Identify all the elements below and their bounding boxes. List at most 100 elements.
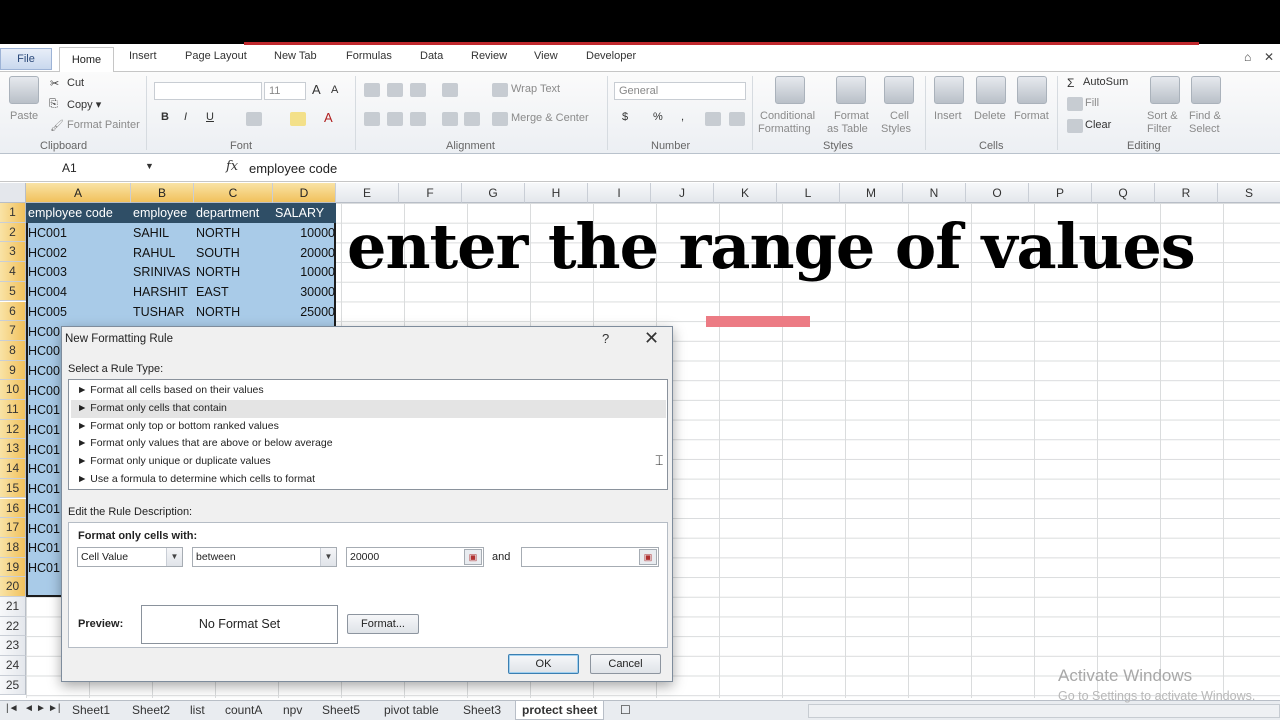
- paste-icon[interactable]: [9, 76, 39, 104]
- table-cell[interactable]: RAHUL: [133, 246, 193, 260]
- rule-type-item[interactable]: ► Format only values that are above or b…: [77, 435, 665, 453]
- percent-button[interactable]: %: [653, 111, 663, 123]
- font-color-icon[interactable]: A: [324, 110, 333, 125]
- delete-cells-button[interactable]: Delete: [974, 110, 1006, 122]
- table-cell[interactable]: HC004: [28, 285, 130, 299]
- range-picker-icon[interactable]: ▣: [639, 549, 657, 565]
- format-cells-icon[interactable]: [1017, 76, 1047, 104]
- column-header-s[interactable]: S: [1218, 183, 1280, 203]
- align-left-icon[interactable]: [364, 112, 380, 126]
- column-header-n[interactable]: N: [903, 183, 966, 203]
- row-header-12[interactable]: 12: [0, 419, 26, 440]
- row-header-2[interactable]: 2: [0, 222, 26, 243]
- row-header-18[interactable]: 18: [0, 537, 26, 558]
- find-select-button[interactable]: Find &: [1189, 110, 1221, 122]
- first-sheet-icon[interactable]: |◄: [6, 703, 19, 714]
- header-cell[interactable]: employee: [133, 206, 193, 220]
- currency-button[interactable]: $: [622, 111, 628, 123]
- row-header-8[interactable]: 8: [0, 340, 26, 361]
- row-header-19[interactable]: 19: [0, 557, 26, 578]
- orientation-icon[interactable]: [442, 83, 458, 97]
- ok-button[interactable]: OK: [508, 654, 579, 674]
- row-header-23[interactable]: 23: [0, 636, 26, 657]
- table-cell[interactable]: HC01: [28, 482, 62, 496]
- format-as-table-icon[interactable]: [836, 76, 866, 104]
- table-cell[interactable]: 10000: [275, 265, 335, 279]
- table-cell[interactable]: HARSHIT: [133, 285, 193, 299]
- table-cell[interactable]: EAST: [196, 285, 272, 299]
- sheet-tab[interactable]: countA: [225, 703, 262, 717]
- row-header-24[interactable]: 24: [0, 656, 26, 676]
- range-picker-icon[interactable]: ▣: [464, 549, 482, 565]
- merge-center-button[interactable]: Merge & Center: [511, 112, 589, 124]
- borders-icon[interactable]: [246, 112, 262, 126]
- sheet-tab[interactable]: protect sheet: [515, 701, 605, 720]
- format-cells-button[interactable]: Format: [1014, 110, 1049, 122]
- table-cell[interactable]: HC01: [28, 443, 62, 457]
- table-cell[interactable]: HC001: [28, 226, 130, 240]
- sheet-tab[interactable]: pivot table: [384, 703, 439, 717]
- table-cell[interactable]: HC002: [28, 246, 130, 260]
- row-header-10[interactable]: 10: [0, 380, 26, 400]
- column-header-i[interactable]: I: [588, 183, 651, 203]
- decrease-decimal-icon[interactable]: [729, 112, 745, 126]
- increase-decimal-icon[interactable]: [705, 112, 721, 126]
- header-cell[interactable]: department: [196, 206, 272, 220]
- row-header-16[interactable]: 16: [0, 498, 26, 519]
- sheet-tab[interactable]: Sheet1: [72, 703, 110, 717]
- align-middle-icon[interactable]: [387, 83, 403, 97]
- sheet-tab[interactable]: npv: [283, 703, 302, 717]
- tab-review[interactable]: Review: [471, 50, 507, 62]
- table-cell[interactable]: HC00: [28, 384, 62, 398]
- bold-button[interactable]: B: [161, 111, 169, 123]
- table-cell[interactable]: HC01: [28, 561, 62, 575]
- column-header-g[interactable]: G: [462, 183, 525, 203]
- column-header-c[interactable]: C: [194, 183, 273, 203]
- row-header-22[interactable]: 22: [0, 616, 26, 637]
- font-size-select[interactable]: 11: [264, 82, 306, 100]
- comma-button[interactable]: ,: [681, 111, 684, 123]
- column-header-l[interactable]: L: [777, 183, 840, 203]
- insert-sheet-icon[interactable]: ☐: [620, 703, 631, 717]
- column-header-j[interactable]: J: [651, 183, 714, 203]
- table-cell[interactable]: 10000: [275, 226, 335, 240]
- paste-button[interactable]: Paste: [10, 110, 38, 122]
- row-header-1[interactable]: 1: [0, 203, 26, 223]
- table-cell[interactable]: HC01: [28, 423, 62, 437]
- conditional-formatting-icon[interactable]: [775, 76, 805, 104]
- column-header-d[interactable]: D: [273, 183, 336, 203]
- tab-home[interactable]: Home: [59, 47, 114, 73]
- rule-type-item[interactable]: ► Format all cells based on their values: [77, 382, 665, 400]
- tab-view[interactable]: View: [534, 50, 558, 62]
- fill-button[interactable]: Fill: [1085, 97, 1099, 109]
- value2-input[interactable]: ▣: [521, 547, 659, 567]
- italic-button[interactable]: I: [184, 111, 187, 123]
- underline-button[interactable]: U: [206, 111, 214, 123]
- shrink-font-icon[interactable]: A: [331, 84, 338, 96]
- column-header-r[interactable]: R: [1155, 183, 1218, 203]
- tab-insert[interactable]: Insert: [129, 50, 157, 62]
- cancel-button[interactable]: Cancel: [590, 654, 661, 674]
- column-header-h[interactable]: H: [525, 183, 588, 203]
- tab-developer[interactable]: Developer: [586, 50, 636, 62]
- table-cell[interactable]: SOUTH: [196, 246, 272, 260]
- align-right-icon[interactable]: [410, 112, 426, 126]
- sheet-tab[interactable]: Sheet3: [463, 703, 501, 717]
- increase-indent-icon[interactable]: [464, 112, 480, 126]
- operator-select[interactable]: between ▼: [192, 547, 337, 567]
- table-cell[interactable]: SRINIVAS: [133, 265, 193, 279]
- table-cell[interactable]: HC00: [28, 364, 62, 378]
- insert-cells-button[interactable]: Insert: [934, 110, 962, 122]
- rule-type-item[interactable]: ► Format only unique or duplicate values: [77, 453, 665, 471]
- copy-button[interactable]: Copy ▾: [67, 98, 101, 111]
- sort-filter-button[interactable]: Sort &: [1147, 110, 1178, 122]
- conditional-formatting-button[interactable]: Conditional: [760, 110, 815, 122]
- table-cell[interactable]: 20000: [275, 246, 335, 260]
- tab-page-layout[interactable]: Page Layout: [185, 50, 247, 62]
- column-header-q[interactable]: Q: [1092, 183, 1155, 203]
- row-header-9[interactable]: 9: [0, 360, 26, 381]
- table-cell[interactable]: HC01: [28, 522, 62, 536]
- select-all-corner[interactable]: [0, 183, 26, 203]
- table-cell[interactable]: NORTH: [196, 226, 272, 240]
- last-sheet-icon[interactable]: ►|: [48, 703, 61, 714]
